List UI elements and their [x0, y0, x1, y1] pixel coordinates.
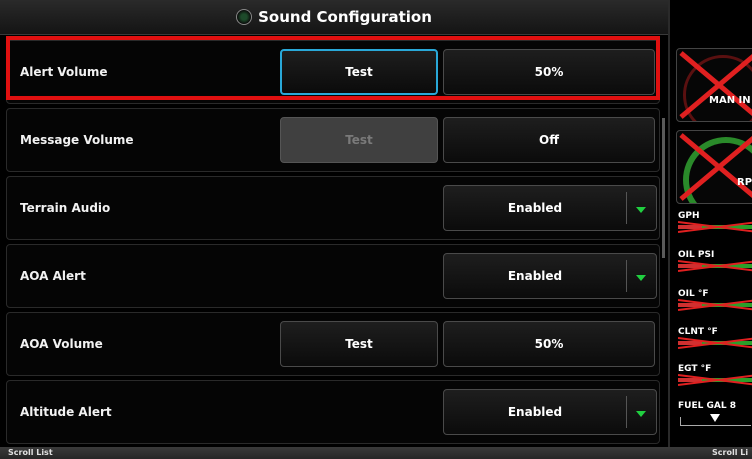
row-label: Terrain Audio: [20, 201, 111, 215]
altitude-alert-dropdown[interactable]: Enabled: [443, 389, 657, 435]
invalid-x-icon: [678, 299, 752, 311]
scroll-list-hint-left: Scroll List: [8, 448, 53, 457]
fuel-indicator: FUEL GAL 8: [678, 401, 736, 411]
engine-indication-panel: MAN IN RPM GPH OIL PSI OIL °F CLNT °F EG…: [670, 0, 752, 447]
row-altitude-alert: Altitude Alert Enabled: [6, 380, 660, 444]
row-label: Alert Volume: [20, 65, 108, 79]
alert-volume-value-button[interactable]: 50%: [443, 49, 655, 95]
row-alert-volume: Alert Volume Test 50%: [6, 40, 660, 104]
terrain-audio-dropdown[interactable]: Enabled: [443, 185, 657, 231]
invalid-x-icon: [678, 260, 752, 272]
coolant-temp-indicator: CLNT °F: [678, 327, 752, 349]
scrollbar[interactable]: [662, 118, 665, 258]
row-aoa-alert: AOA Alert Enabled: [6, 244, 660, 308]
egt-indicator: EGT °F: [678, 364, 752, 386]
dropdown-value: Enabled: [507, 405, 563, 419]
status-bar: Scroll List Scroll Li: [0, 447, 752, 459]
app-icon: [236, 9, 253, 25]
fuel-pointer-icon: [710, 414, 720, 422]
invalid-x-icon: [678, 337, 752, 349]
invalid-x-icon: [679, 51, 752, 119]
dropdown-separator: [626, 396, 627, 428]
row-aoa-volume: AOA Volume Test 50%: [6, 312, 660, 376]
dropdown-separator: [626, 260, 627, 292]
gauge-label: MAN IN: [709, 95, 751, 106]
fuel-label: FUEL GAL: [678, 401, 727, 411]
aoa-volume-value-button[interactable]: 50%: [443, 321, 655, 367]
dropdown-arrow-icon: [636, 207, 646, 213]
dropdown-value: Enabled: [507, 201, 563, 215]
dropdown-arrow-icon: [636, 411, 646, 417]
invalid-x-icon: [678, 374, 752, 386]
row-terrain-audio: Terrain Audio Enabled: [6, 176, 660, 240]
row-label: AOA Alert: [20, 269, 86, 283]
aoa-alert-dropdown[interactable]: Enabled: [443, 253, 657, 299]
row-message-volume: Message Volume Test Off: [6, 108, 660, 172]
page-title: Sound Configuration: [258, 8, 432, 26]
invalid-x-icon: [678, 221, 752, 233]
aoa-volume-test-button[interactable]: Test: [280, 321, 438, 367]
row-label: Altitude Alert: [20, 405, 112, 419]
alert-volume-test-button[interactable]: Test: [280, 49, 438, 95]
manifold-pressure-gauge: MAN IN: [676, 48, 752, 122]
dropdown-value: Enabled: [507, 269, 563, 283]
invalid-x-icon: [679, 133, 752, 201]
dropdown-arrow-icon: [636, 275, 646, 281]
gph-indicator: GPH: [678, 211, 752, 233]
fuel-trailing-text: 8: [729, 401, 736, 411]
oil-psi-indicator: OIL PSI: [678, 250, 752, 272]
title-bar: Sound Configuration: [0, 0, 668, 35]
dropdown-separator: [626, 192, 627, 224]
scroll-list-hint-right: Scroll Li: [712, 448, 749, 457]
row-label: Message Volume: [20, 133, 134, 147]
message-volume-value-button[interactable]: Off: [443, 117, 655, 163]
message-volume-test-button: Test: [280, 117, 438, 163]
row-label: AOA Volume: [20, 337, 103, 351]
gauge-label: RPM: [737, 177, 752, 188]
oil-temp-indicator: OIL °F: [678, 289, 752, 311]
sound-config-list: Alert Volume Test 50% Message Volume Tes…: [0, 35, 668, 447]
rpm-gauge: RPM: [676, 130, 752, 204]
